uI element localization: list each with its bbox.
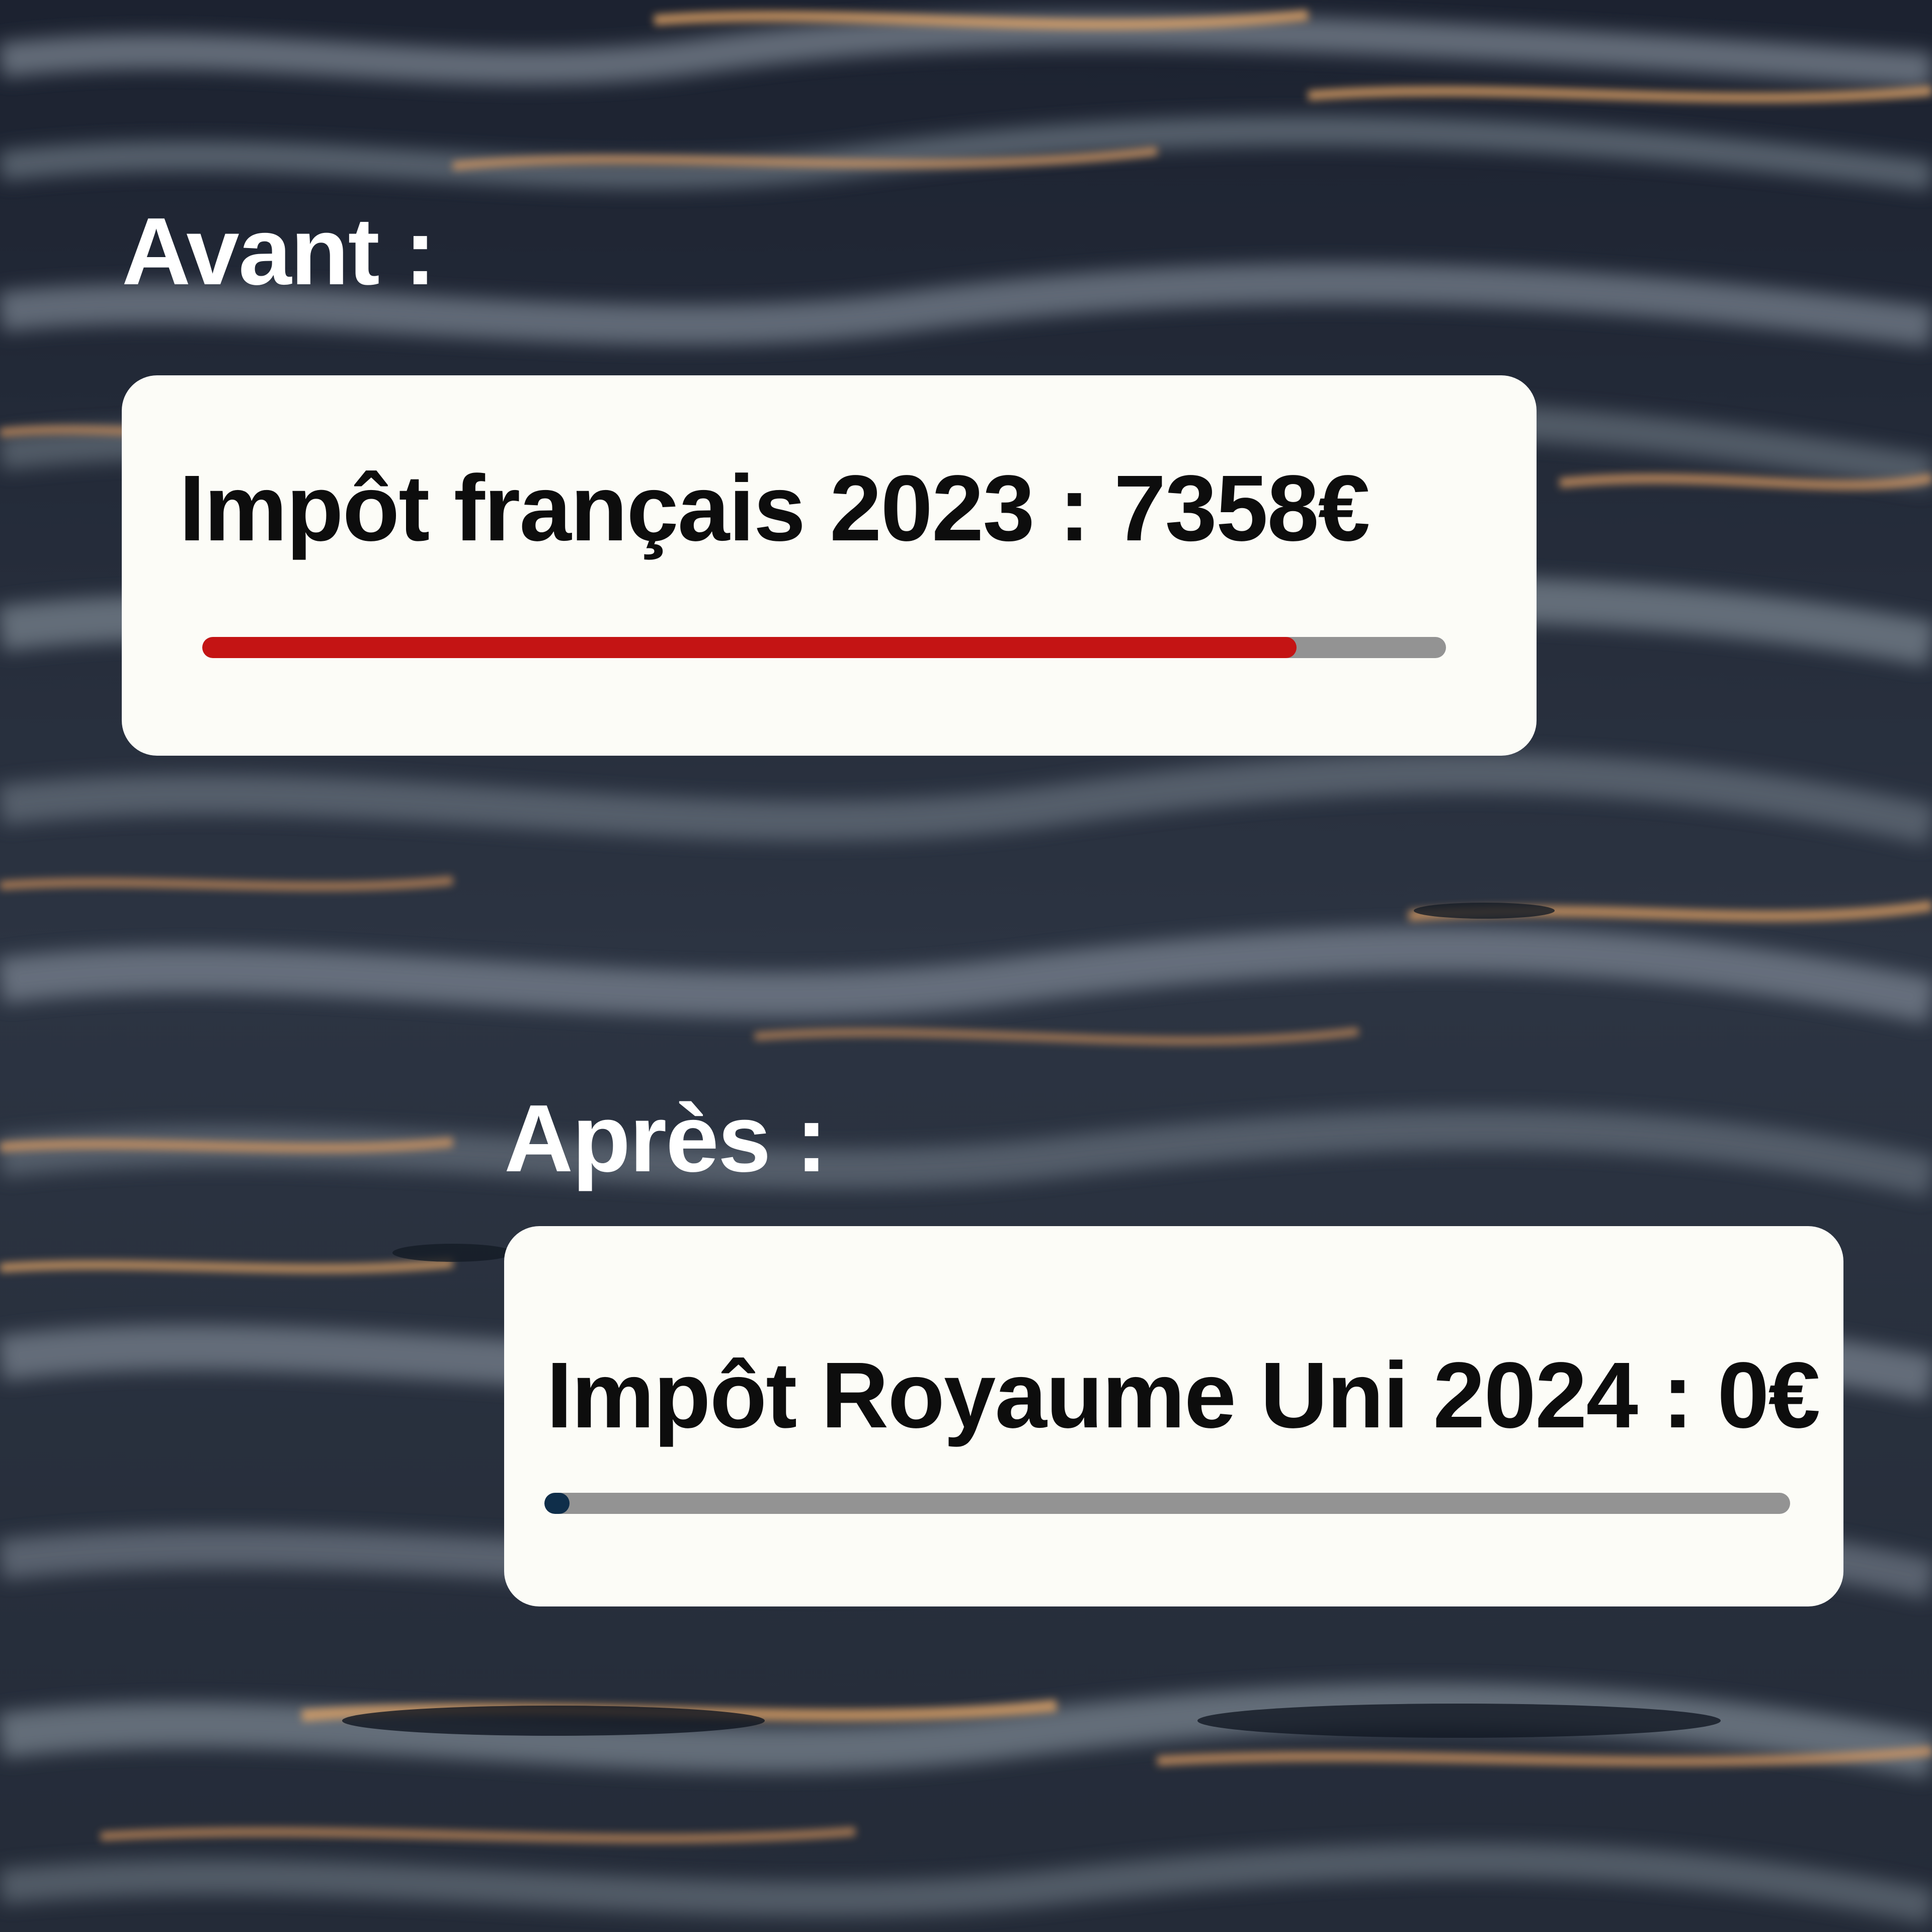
after-tax-progress-track [544, 1493, 1790, 1514]
before-tax-progress-fill [202, 637, 1297, 658]
before-tax-progress-track [202, 637, 1446, 658]
before-tax-label: Impôt français 2023 : 7358€ [179, 456, 1370, 560]
after-tax-label: Impôt Royaume Uni 2024 : 0€ [546, 1343, 1820, 1447]
before-heading: Avant : [122, 198, 436, 305]
after-tax-progress-fill [544, 1493, 570, 1514]
before-tax-card: Impôt français 2023 : 7358€ [122, 375, 1537, 756]
after-tax-card: Impôt Royaume Uni 2024 : 0€ [504, 1226, 1843, 1606]
after-heading: Après : [504, 1085, 828, 1192]
